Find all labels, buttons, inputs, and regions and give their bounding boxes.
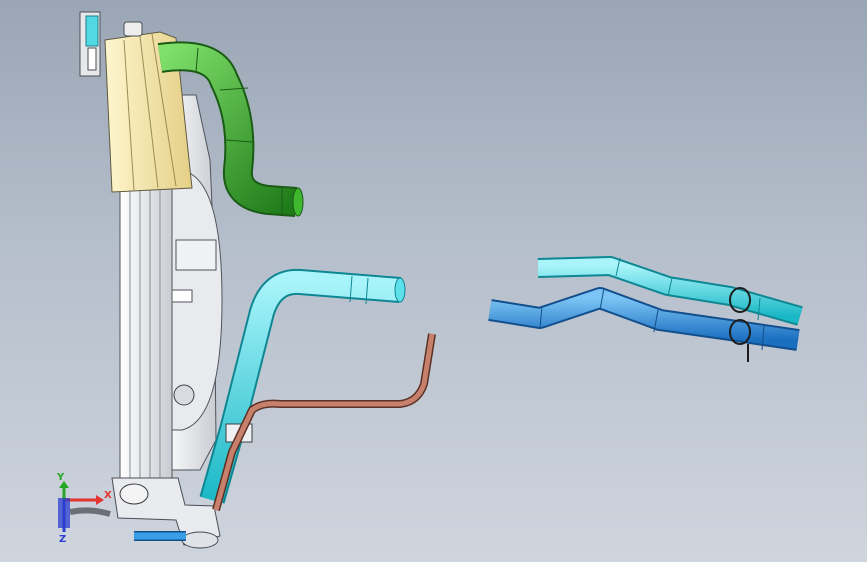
- fan-bracket: [175, 239, 217, 271]
- radiator-assembly[interactable]: [69, 11, 223, 549]
- cad-model-view[interactable]: X Y Z: [0, 0, 867, 562]
- filler-cap[interactable]: [123, 21, 143, 37]
- y-axis-label: Y: [56, 472, 65, 483]
- drain-plug: [119, 483, 149, 505]
- radiator-core: [119, 184, 173, 486]
- cad-viewport[interactable]: X Y Z: [0, 0, 867, 562]
- x-axis-label: X: [104, 490, 112, 501]
- outlet-port: [181, 531, 219, 549]
- lower-hose-cyan[interactable]: [199, 268, 406, 504]
- fan-clip: [169, 289, 193, 303]
- fan-hub: [173, 384, 195, 406]
- z-axis-label: Z: [59, 534, 66, 545]
- mount-bracket-top: [79, 11, 101, 77]
